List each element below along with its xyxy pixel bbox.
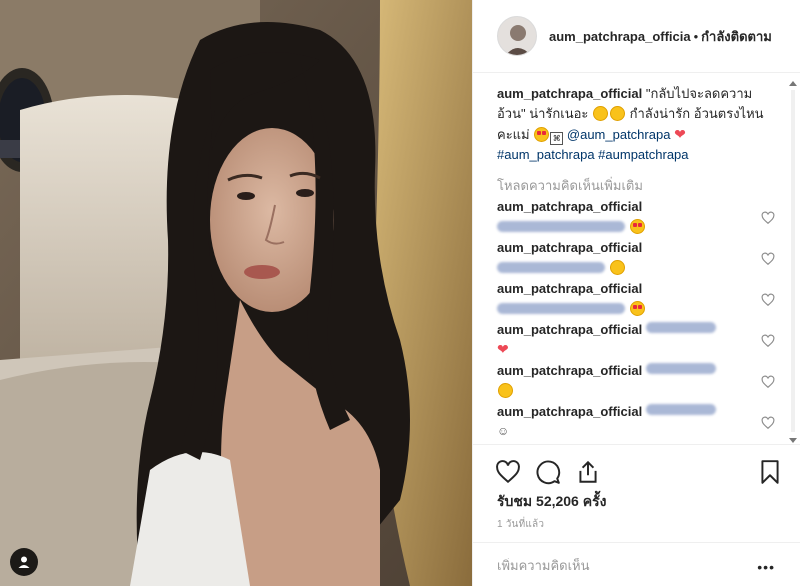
comments-list[interactable]: aum_patchrapa_official "กลับไปจะลดความอ้… (473, 74, 785, 442)
comment-username[interactable]: aum_patchrapa_official (497, 199, 749, 216)
comment-input[interactable] (497, 557, 747, 573)
caption-mention[interactable]: @aum_patchrapa (567, 127, 671, 142)
heart-eyes-emoji-icon (630, 300, 645, 316)
comment-username[interactable]: aum_patchrapa_official (497, 240, 749, 257)
scroll-up-icon[interactable] (789, 80, 797, 88)
blurred-mention (497, 302, 625, 314)
add-comment-bar: ••• (473, 542, 800, 586)
comment-like-icon[interactable] (761, 416, 775, 430)
avatar[interactable] (497, 16, 537, 56)
comments-scrollbar[interactable] (786, 80, 800, 444)
share-icon[interactable] (575, 459, 601, 485)
post-video[interactable] (0, 0, 472, 586)
comment-item: aum_patchrapa_official (497, 363, 785, 404)
smile-emoji-icon (498, 382, 513, 398)
small-face-emoji-icon: ☺ (497, 424, 510, 438)
header-username[interactable]: aum_patchrapa_officia (549, 29, 691, 44)
comment-username[interactable]: aum_patchrapa_official (497, 281, 749, 298)
comment-username[interactable]: aum_patchrapa_official (497, 322, 642, 337)
instagram-post: aum_patchrapa_officia • กำลังติดตาม aum_… (0, 0, 800, 586)
comment-like-icon[interactable] (761, 211, 775, 225)
scroll-track[interactable] (791, 90, 795, 432)
video-frame (0, 0, 472, 586)
comment-like-icon[interactable] (761, 252, 775, 266)
caption-hashtags[interactable]: #aum_patchrapa #aumpatchrapa (497, 147, 689, 162)
comment-username[interactable]: aum_patchrapa_official (497, 404, 642, 419)
smile-emoji-icon (610, 259, 625, 275)
comment-like-icon[interactable] (761, 375, 775, 389)
smile-emoji-icon (593, 106, 609, 121)
post-caption: aum_patchrapa_official "กลับไปจะลดความอ้… (497, 84, 785, 165)
comment-like-icon[interactable] (761, 293, 775, 307)
scroll-down-icon[interactable] (789, 436, 797, 444)
heart-outline-icon[interactable] (495, 459, 521, 485)
post-timestamp[interactable]: 1 วันที่แล้ว (497, 517, 544, 532)
comment-bubble-icon[interactable] (535, 459, 561, 485)
comment-username[interactable]: aum_patchrapa_official (497, 363, 642, 378)
user-tag-icon[interactable] (10, 548, 38, 576)
post-sidebar: aum_patchrapa_officia • กำลังติดตาม aum_… (472, 0, 800, 586)
caption-username[interactable]: aum_patchrapa_official (497, 86, 642, 101)
comment-item: aum_patchrapa_official (497, 199, 785, 240)
heart-eyes-emoji-icon (534, 127, 550, 142)
blurred-mention (497, 220, 625, 232)
more-options-button[interactable]: ••• (757, 559, 775, 575)
action-bar (495, 453, 785, 489)
comment-like-icon[interactable] (761, 334, 775, 348)
red-heart-emoji-icon: ❤ (674, 126, 686, 142)
post-header: aum_patchrapa_officia • กำลังติดตาม (473, 0, 800, 73)
load-more-comments-button[interactable]: โหลดความคิดเห็นเพิ่มเติม (497, 173, 785, 199)
header-separator: • (693, 28, 699, 44)
red-heart-emoji-icon: ❤ (497, 341, 509, 357)
blurred-mention (497, 261, 605, 273)
symbol-emoji-icon: ⌘ (550, 132, 564, 145)
comment-item: aum_patchrapa_official (497, 240, 785, 281)
heart-eyes-emoji-icon (630, 218, 645, 234)
view-count[interactable]: รับชม 52,206 ครั้ง (497, 491, 606, 513)
comment-item: aum_patchrapa_official ☺ (497, 404, 785, 442)
smile-emoji-icon (610, 106, 626, 121)
post-actions: รับชม 52,206 ครั้ง 1 วันที่แล้ว ••• (473, 444, 800, 586)
comment-item: aum_patchrapa_official ❤ (497, 322, 785, 363)
blurred-mention (646, 363, 717, 374)
comment-item: aum_patchrapa_official (497, 281, 785, 322)
bookmark-icon[interactable] (757, 459, 783, 485)
blurred-mention (646, 404, 717, 415)
blurred-mention (646, 322, 717, 333)
following-button[interactable]: กำลังติดตาม (701, 26, 772, 47)
